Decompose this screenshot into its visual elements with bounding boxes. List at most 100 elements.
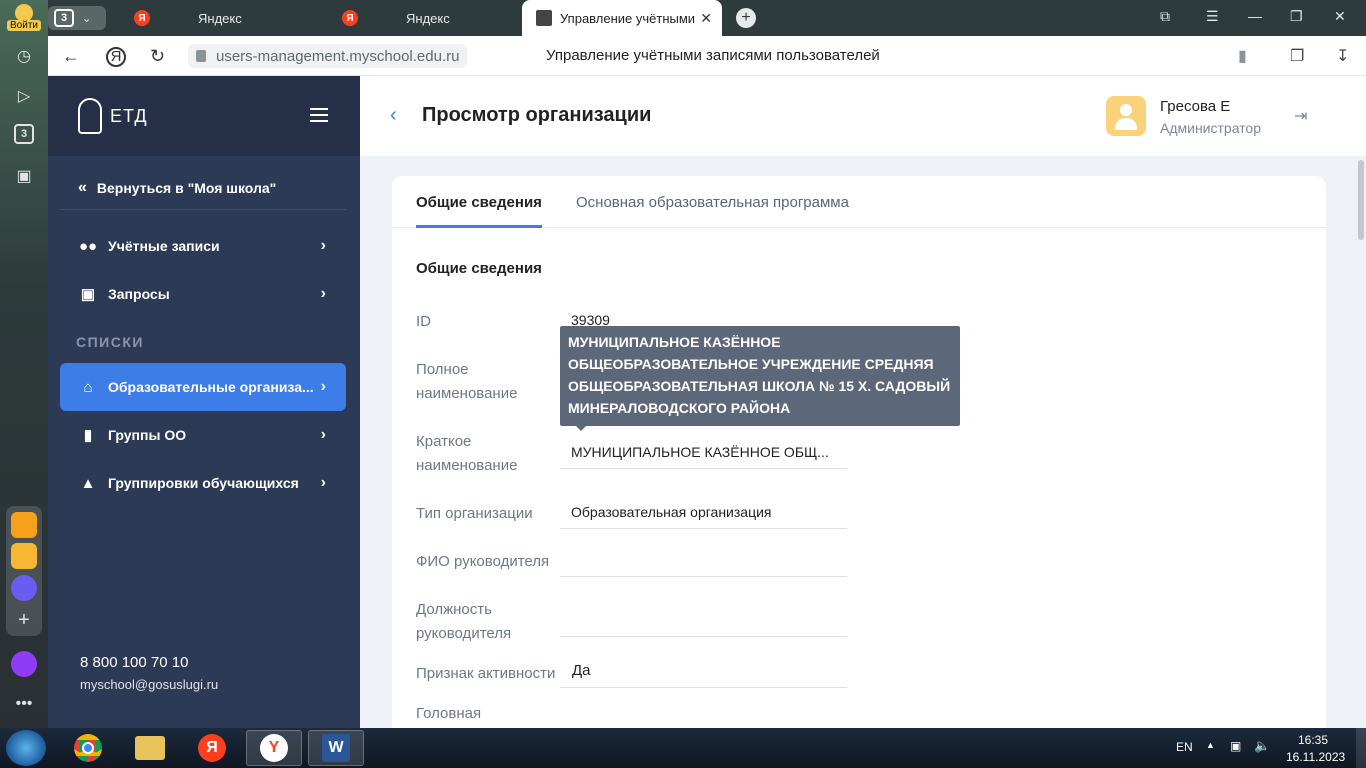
- sidebar-item-label: Запросы: [108, 286, 170, 302]
- yandex-icon: Я: [198, 734, 226, 762]
- login-button[interactable]: Войти: [4, 4, 44, 34]
- user-avatar[interactable]: [1106, 96, 1146, 136]
- page-header: ‹ Просмотр организации Гресова Е Админис…: [360, 76, 1366, 156]
- browser-tab-bar: 3 ⌄ Я Яндекс Я Яндекс Управление учётным…: [48, 0, 1366, 36]
- download-icon[interactable]: ↧: [1336, 46, 1349, 66]
- sidebar-item-org-groups[interactable]: ▮ Группы ОО ›: [60, 411, 346, 459]
- bookmark-icon: ▮: [83, 427, 93, 444]
- tab-title: Управление учётными: [560, 10, 696, 26]
- taskbar-chrome[interactable]: [60, 730, 116, 766]
- lock-icon: [196, 50, 206, 62]
- field-value-short-name[interactable]: МУНИЦИПАЛЬНОЕ КАЗЁННОЕ ОБЩ...: [560, 444, 847, 469]
- browser-tab-active[interactable]: Управление учётными ✕: [522, 0, 722, 36]
- messenger-app-icon[interactable]: [11, 543, 37, 569]
- field-label-active: Признак активности: [416, 665, 556, 682]
- windows-taskbar: Я Y W EN ▲ ▣ 🔈 16:35 16.11.2023: [0, 728, 1366, 768]
- sidebar-item-educational-orgs[interactable]: ⌂ Образовательные организа... ›: [60, 363, 346, 411]
- network-icon[interactable]: ▣: [1230, 739, 1241, 753]
- tab-count-badge: 3: [54, 9, 74, 27]
- organization-card: Общие сведения Основная образовательная …: [392, 176, 1326, 736]
- back-to-my-school-link[interactable]: « Вернуться в "Моя школа": [60, 166, 346, 210]
- word-icon: W: [322, 734, 350, 762]
- sidebar-item-label: Образовательные организа...: [108, 379, 314, 395]
- minimize-icon[interactable]: —: [1248, 8, 1262, 24]
- chrome-icon: [74, 734, 102, 762]
- address-bar: ← Я ↻ users-management.myschool.edu.ru У…: [48, 36, 1366, 76]
- alice-icon[interactable]: [11, 651, 37, 677]
- field-value-active: Да: [560, 662, 847, 688]
- new-tab-button[interactable]: +: [736, 8, 756, 28]
- full-name-tooltip: МУНИЦИПАЛЬНОЕ КАЗЁННОЕ ОБЩЕОБРАЗОВАТЕЛЬН…: [560, 326, 960, 431]
- chevron-right-icon: ›: [320, 474, 326, 491]
- page-title-in-bar: Управление учётными записями пользовател…: [546, 47, 880, 64]
- more-icon[interactable]: •••: [12, 692, 36, 716]
- extensions-icon[interactable]: ❐: [1290, 46, 1304, 66]
- sidebar-item-student-groupings[interactable]: ▲ Группировки обучающихся ›: [60, 459, 346, 507]
- history-icon[interactable]: ◷: [12, 44, 36, 68]
- inbox-icon: ▣: [80, 286, 96, 303]
- chevron-right-icon: ›: [320, 426, 326, 443]
- logo-area: ЕТД: [48, 76, 360, 156]
- users-icon: ●●: [78, 237, 98, 255]
- tab-general-info[interactable]: Общие сведения: [416, 194, 542, 228]
- hamburger-menu-icon[interactable]: [310, 108, 328, 122]
- show-desktop-button[interactable]: [1356, 728, 1366, 768]
- menu-icon[interactable]: ☰: [1206, 8, 1219, 25]
- tabs-badge-count: 3: [20, 128, 28, 140]
- clock-time[interactable]: 16:35: [1298, 733, 1328, 747]
- tray-expand-icon[interactable]: ▲: [1206, 740, 1215, 750]
- field-label-short-name: Краткое наименование: [416, 433, 518, 474]
- browser-tab-yandex-2[interactable]: Я Яндекс: [328, 0, 518, 36]
- taskbar-yandex-browser[interactable]: Y: [246, 730, 302, 766]
- sidebar-item-label: Группы ОО: [108, 427, 187, 443]
- tab-main-program[interactable]: Основная образовательная программа: [576, 194, 849, 225]
- field-label-head-org: Головная: [416, 705, 482, 722]
- graduation-cap-icon: ▲: [80, 474, 96, 492]
- yandex-logo-icon[interactable]: Я: [106, 47, 126, 67]
- add-app-icon[interactable]: +: [12, 608, 36, 632]
- taskbar-explorer[interactable]: [122, 730, 178, 766]
- url-field[interactable]: users-management.myschool.edu.ru: [188, 44, 468, 68]
- back-button[interactable]: ‹: [390, 104, 397, 127]
- language-indicator[interactable]: EN: [1176, 740, 1193, 754]
- sidebar-item-label: Учётные записи: [108, 238, 220, 254]
- chevron-down-icon: ⌄: [82, 12, 92, 25]
- avatar-body-icon: [1115, 118, 1137, 130]
- bookmark-icon[interactable]: ▮: [1238, 46, 1247, 66]
- support-email[interactable]: myschool@gosuslugi.ru: [80, 677, 218, 692]
- volume-icon[interactable]: 🔈: [1254, 738, 1270, 754]
- yandex-favicon-icon: Я: [342, 10, 358, 26]
- browser-tab-yandex-1[interactable]: Я Яндекс: [120, 0, 320, 36]
- scrollbar-thumb[interactable]: [1358, 160, 1364, 240]
- taskbar-yandex[interactable]: Я: [184, 730, 240, 766]
- field-label-id: ID: [416, 313, 431, 330]
- tab-group-button[interactable]: 3 ⌄: [48, 6, 106, 30]
- reload-icon[interactable]: ↻: [150, 46, 165, 67]
- logout-icon[interactable]: ⇥: [1294, 106, 1307, 126]
- clock-date[interactable]: 16.11.2023: [1286, 750, 1345, 764]
- section-label-lists: СПИСКИ: [76, 334, 144, 350]
- mail-app-icon[interactable]: [11, 512, 37, 538]
- collections-icon[interactable]: ⧉: [1160, 8, 1170, 25]
- support-contacts: 8 800 100 70 10 myschool@gosuslugi.ru: [80, 654, 218, 692]
- chevron-right-icon: ›: [320, 378, 326, 395]
- screenshot-icon[interactable]: ▣: [12, 164, 36, 188]
- yandex-favicon-icon: Я: [134, 10, 150, 26]
- start-button[interactable]: [6, 730, 46, 766]
- support-phone[interactable]: 8 800 100 70 10: [80, 654, 218, 671]
- site-favicon-icon: [536, 10, 552, 26]
- back-arrow-icon[interactable]: ←: [62, 46, 80, 67]
- taskbar-word[interactable]: W: [308, 730, 364, 766]
- chevron-right-icon: ›: [320, 237, 326, 254]
- app-sidebar: ЕТД « Вернуться в "Моя школа" ●● Учётные…: [48, 76, 360, 728]
- restore-icon[interactable]: ❐: [1290, 8, 1303, 25]
- tabs-badge-icon[interactable]: 3: [14, 124, 34, 144]
- sidebar-item-requests[interactable]: ▣ Запросы ›: [60, 270, 346, 318]
- user-role: Администратор: [1160, 120, 1262, 136]
- close-window-icon[interactable]: ✕: [1334, 8, 1346, 25]
- page-scrollbar[interactable]: [1356, 156, 1366, 728]
- close-tab-icon[interactable]: ✕: [700, 10, 712, 27]
- sidebar-item-accounts[interactable]: ●● Учётные записи ›: [60, 222, 346, 270]
- telemost-app-icon[interactable]: [11, 575, 37, 601]
- play-icon[interactable]: ▷: [12, 84, 36, 108]
